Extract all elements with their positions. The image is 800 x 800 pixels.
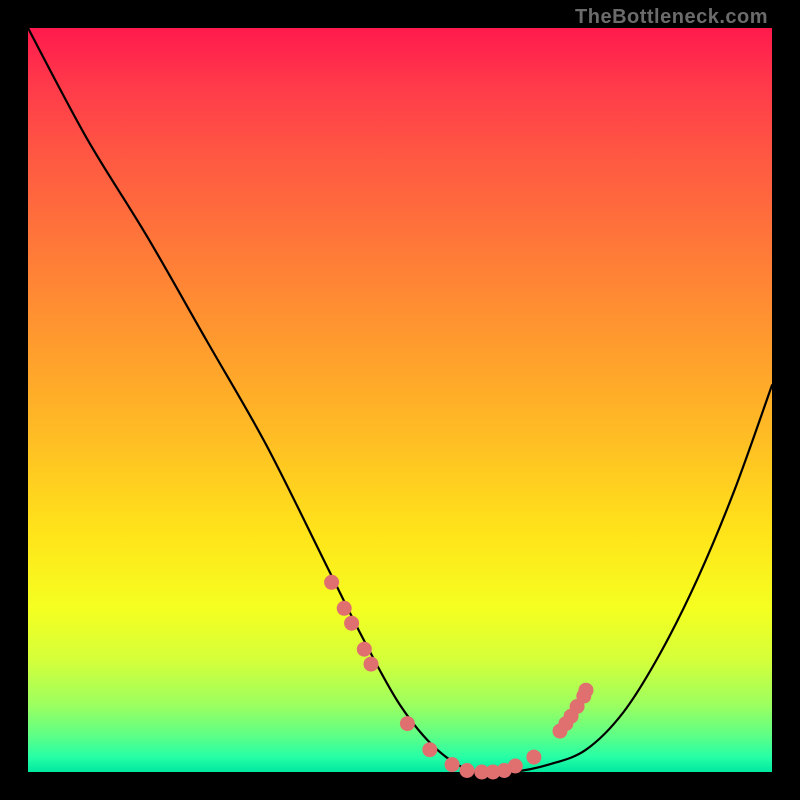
- curve-layer: [28, 28, 772, 772]
- main-curve: [28, 28, 772, 774]
- marker-dot: [400, 716, 415, 731]
- marker-dot: [344, 616, 359, 631]
- marker-dot: [508, 759, 523, 774]
- chart-frame: TheBottleneck.com: [0, 0, 800, 800]
- marker-dot: [364, 657, 379, 672]
- marker-dot: [460, 763, 475, 778]
- marker-dot: [579, 683, 594, 698]
- marker-dot: [526, 750, 541, 765]
- marker-group: [324, 575, 593, 780]
- marker-dot: [422, 742, 437, 757]
- marker-dot: [445, 757, 460, 772]
- marker-dot: [337, 601, 352, 616]
- marker-dot: [357, 642, 372, 657]
- marker-dot: [324, 575, 339, 590]
- watermark-label: TheBottleneck.com: [575, 6, 768, 29]
